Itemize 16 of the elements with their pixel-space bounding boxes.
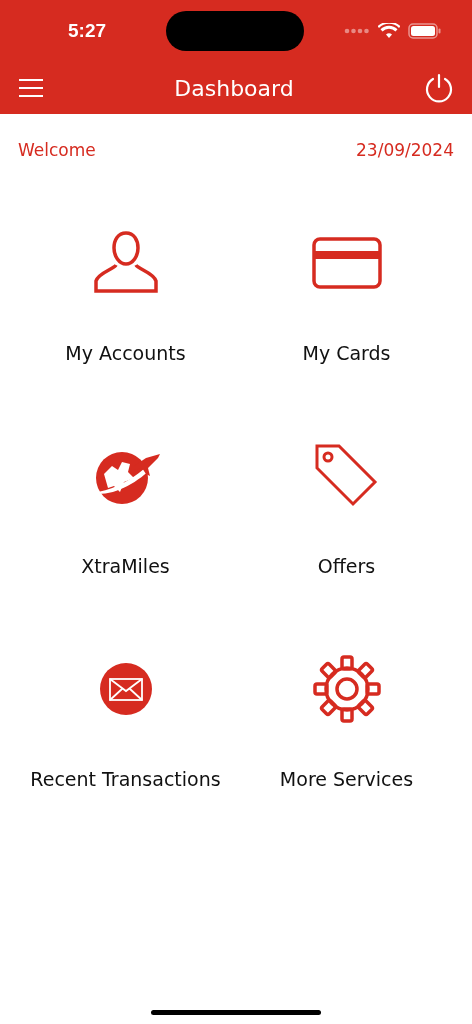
- battery-icon: [408, 23, 442, 39]
- dashboard-tile[interactable]: My Accounts: [15, 196, 236, 409]
- dashboard-tile[interactable]: My Cards: [236, 196, 457, 409]
- menu-icon[interactable]: [18, 78, 44, 98]
- signal-icon: [344, 28, 370, 34]
- wifi-icon: [378, 23, 400, 39]
- welcome-text: Welcome: [18, 140, 96, 160]
- page-title: Dashboard: [174, 75, 294, 101]
- status-time: 5:27: [68, 20, 107, 42]
- dashboard-tile[interactable]: Recent Transactions: [15, 622, 236, 835]
- gear-icon: [310, 653, 383, 725]
- power-icon[interactable]: [424, 73, 454, 103]
- dashboard-tile[interactable]: More Services: [236, 622, 457, 835]
- dashboard-tile[interactable]: XtraMiles: [15, 409, 236, 622]
- dashboard-tile[interactable]: Offers: [236, 409, 457, 622]
- date-text: 23/09/2024: [356, 140, 454, 160]
